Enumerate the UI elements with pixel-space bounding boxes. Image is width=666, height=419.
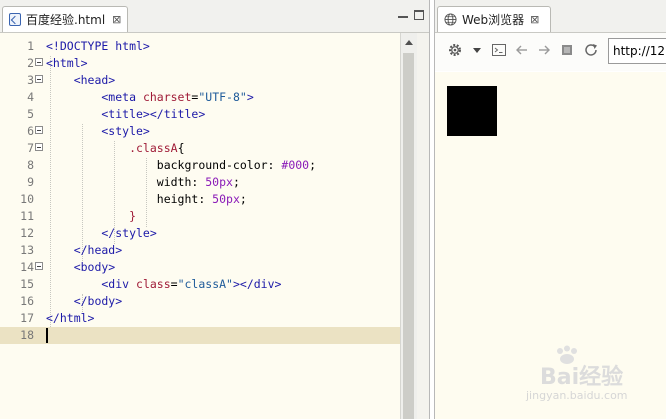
fold-toggle-icon[interactable] <box>35 75 43 83</box>
editor-tab-strip: 百度经验.html ⊠ <box>0 0 429 33</box>
line-number: 10 <box>20 192 34 206</box>
code-line[interactable]: 12 </style> <box>0 225 400 242</box>
code-text: </body> <box>46 294 123 308</box>
line-number: 2 <box>27 56 34 70</box>
editor-tab[interactable]: 百度经验.html ⊠ <box>2 6 128 32</box>
back-arrow-icon[interactable] <box>514 42 530 58</box>
code-line[interactable]: 15 <div class="classA"></div> <box>0 276 400 293</box>
stop-icon[interactable] <box>559 42 575 58</box>
line-number: 16 <box>20 294 34 308</box>
gear-icon[interactable] <box>447 42 463 58</box>
code-text: <meta charset="UTF-8"> <box>46 90 254 104</box>
address-bar[interactable]: http://127 <box>608 38 666 64</box>
code-line[interactable]: 16 </body> <box>0 293 400 310</box>
scroll-up-arrow-icon[interactable] <box>405 40 413 45</box>
forward-arrow-icon[interactable] <box>536 42 552 58</box>
browser-tab[interactable]: Web浏览器 ⊠ <box>437 6 551 32</box>
fold-toggle-icon[interactable] <box>35 126 43 134</box>
line-number: 5 <box>27 107 34 121</box>
vertical-scrollbar[interactable] <box>400 33 417 419</box>
dropdown-arrow-icon[interactable] <box>469 42 485 58</box>
line-number: 1 <box>27 39 34 53</box>
code-line[interactable]: 3 <head> <box>0 72 400 89</box>
code-text: <!DOCTYPE html> <box>46 39 150 53</box>
line-number: 14 <box>20 260 34 274</box>
code-editor[interactable]: 1 <!DOCTYPE html> 2 <html> 3 <head> 4 <meta c… <box>0 33 400 419</box>
browser-tab-strip: Web浏览器 ⊠ <box>435 0 666 33</box>
fold-toggle-icon[interactable] <box>35 262 43 270</box>
maximize-icon[interactable] <box>414 10 424 20</box>
code-text: height: 50px; <box>46 192 247 206</box>
line-number: 17 <box>20 311 34 325</box>
code-line[interactable]: 17 </html> <box>0 310 400 327</box>
code-text: <body> <box>46 260 116 274</box>
baidu-jingyan-watermark: Bai经验 jingyan.baidu.com <box>512 345 632 405</box>
line-number: 3 <box>27 73 34 87</box>
code-line[interactable]: 4 <meta charset="UTF-8"> <box>0 89 400 106</box>
code-text: } <box>46 209 137 223</box>
editor-panel: 百度经验.html ⊠ 1 <!DOCTYPE html> 2 <html> 3 <he… <box>0 0 430 419</box>
code-line[interactable]: 9 width: 50px; <box>0 174 400 191</box>
globe-icon <box>444 13 457 26</box>
text-caret <box>46 328 48 343</box>
code-line[interactable]: 14 <body> <box>0 259 400 276</box>
line-number: 15 <box>20 277 34 291</box>
browser-tab-label: Web浏览器 <box>462 13 525 27</box>
line-number: 13 <box>20 243 34 257</box>
line-number: 9 <box>27 175 34 189</box>
editor-tab-label: 百度经验.html <box>26 13 106 27</box>
code-text: width: 50px; <box>46 175 240 189</box>
line-number: 4 <box>27 90 34 104</box>
code-line[interactable]: 18 <box>0 327 400 344</box>
close-browser-tab-icon[interactable]: ⊠ <box>530 13 539 26</box>
minimize-icon[interactable] <box>398 10 408 18</box>
watermark-url: jingyan.baidu.com <box>526 389 628 402</box>
line-number: 6 <box>27 124 34 138</box>
code-line[interactable]: 6 <style> <box>0 123 400 140</box>
rendered-classA-div <box>447 86 497 136</box>
code-text: <style> <box>46 124 150 138</box>
html-file-icon <box>9 13 21 26</box>
code-text: <title></title> <box>46 107 206 121</box>
code-text: background-color: #000; <box>46 158 317 172</box>
code-text: </html> <box>46 311 95 325</box>
code-text: </head> <box>46 243 123 257</box>
code-line[interactable]: 2 <html> <box>0 55 400 72</box>
line-number: 12 <box>20 226 34 240</box>
console-icon[interactable] <box>491 42 507 58</box>
code-line[interactable]: 8 background-color: #000; <box>0 157 400 174</box>
code-line[interactable]: 7 .classA{ <box>0 140 400 157</box>
fold-toggle-icon[interactable] <box>35 58 43 66</box>
code-line[interactable]: 10 height: 50px; <box>0 191 400 208</box>
refresh-icon[interactable] <box>583 42 599 58</box>
line-number: 11 <box>20 209 34 223</box>
code-line[interactable]: 13 </head> <box>0 242 400 259</box>
scrollbar-thumb[interactable] <box>403 53 414 419</box>
code-line[interactable]: 11 } <box>0 208 400 225</box>
close-tab-icon[interactable]: ⊠ <box>112 13 121 26</box>
code-line[interactable]: 5 <title></title> <box>0 106 400 123</box>
code-text: <head> <box>46 73 116 87</box>
code-text: .classA{ <box>46 141 185 155</box>
code-text: <html> <box>46 56 88 70</box>
code-line[interactable]: 1 <!DOCTYPE html> <box>0 38 400 55</box>
line-number: 8 <box>27 158 34 172</box>
watermark-brand: Bai经验 <box>540 365 624 390</box>
line-number: 7 <box>27 141 34 155</box>
line-number: 18 <box>20 328 34 342</box>
code-text: <div class="classA"></div> <box>46 277 282 291</box>
fold-toggle-icon[interactable] <box>35 143 43 151</box>
code-text: </style> <box>46 226 157 240</box>
